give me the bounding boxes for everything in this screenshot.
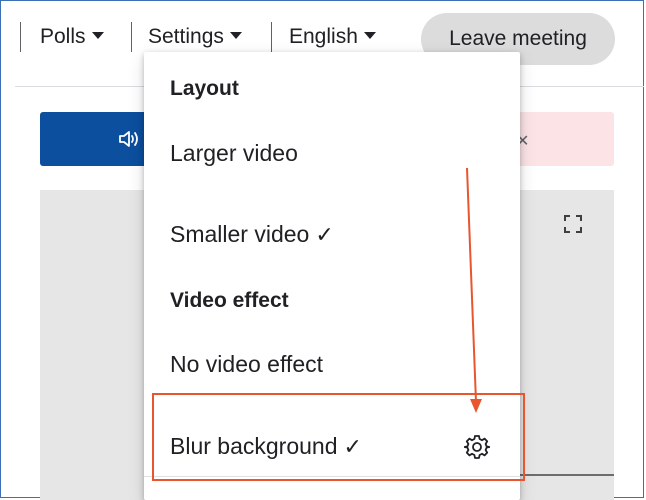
no-video-effect-option[interactable]: No video effect xyxy=(170,351,323,378)
larger-video-option[interactable]: Larger video xyxy=(170,140,298,167)
settings-menu[interactable]: Settings xyxy=(148,22,242,52)
speaker-icon xyxy=(119,131,138,147)
highlight-box xyxy=(152,393,525,481)
video-effect-heading: Video effect xyxy=(170,289,289,312)
polls-label: Polls xyxy=(40,25,86,48)
nav-separator xyxy=(20,22,21,52)
nav-separator xyxy=(271,22,272,52)
smaller-video-label: Smaller video xyxy=(170,221,310,247)
smaller-video-option[interactable]: Smaller video ✓ xyxy=(170,221,334,248)
language-menu[interactable]: English xyxy=(289,22,376,52)
caret-down-icon xyxy=(91,31,104,39)
nav-separator xyxy=(131,22,132,52)
settings-label: Settings xyxy=(148,25,224,48)
fullscreen-icon[interactable] xyxy=(563,214,583,234)
divider-line xyxy=(520,474,614,476)
language-label: English xyxy=(289,25,358,48)
larger-video-label: Larger video xyxy=(170,140,298,166)
layout-heading: Layout xyxy=(170,77,239,100)
checkmark-icon: ✓ xyxy=(315,222,334,247)
caret-down-icon xyxy=(229,31,242,39)
caret-down-icon xyxy=(363,31,376,39)
no-video-effect-label: No video effect xyxy=(170,351,324,377)
polls-menu[interactable]: Polls xyxy=(40,22,104,52)
